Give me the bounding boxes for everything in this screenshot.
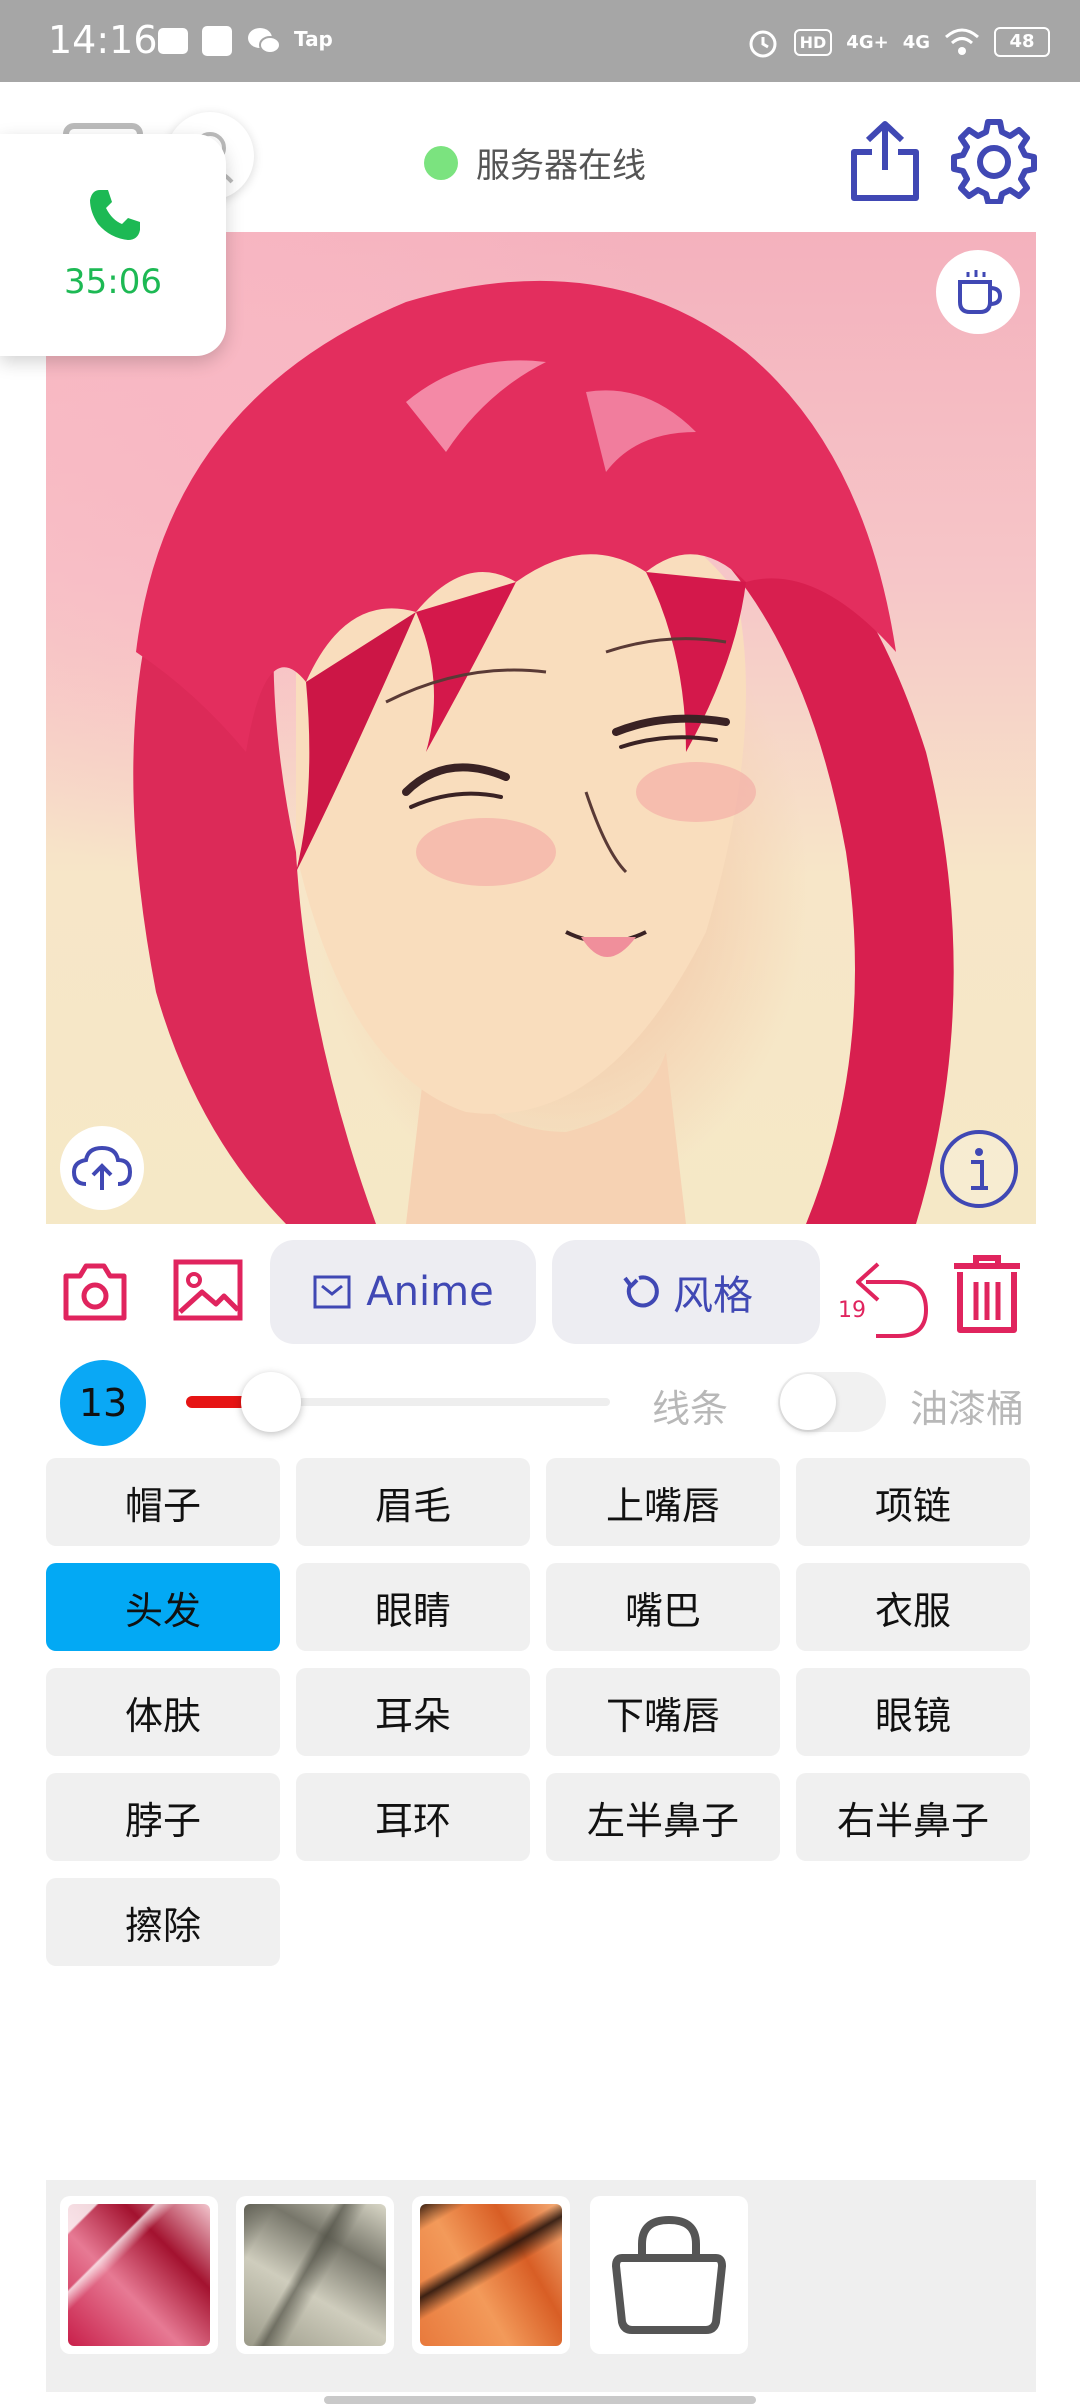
gear-icon[interactable] bbox=[950, 116, 1038, 204]
part-button[interactable]: 帽子 bbox=[46, 1458, 280, 1546]
anime-mode-button[interactable]: Anime bbox=[270, 1240, 536, 1344]
texture-palette bbox=[46, 2180, 1036, 2392]
shopping-bag-icon bbox=[612, 2215, 726, 2334]
lines-label: 线条 bbox=[652, 1387, 729, 1431]
gray-texture bbox=[244, 2204, 386, 2346]
wifi-icon bbox=[945, 28, 979, 55]
part-button[interactable]: 嘴巴 bbox=[546, 1563, 780, 1651]
editor-toolbar: Anime 风格 19 bbox=[0, 1240, 1080, 1344]
phone-icon bbox=[90, 190, 140, 240]
part-button[interactable]: 耳环 bbox=[296, 1773, 530, 1861]
cloud-upload-button[interactable] bbox=[60, 1126, 144, 1210]
wechat-icon bbox=[248, 28, 281, 54]
part-button[interactable]: 擦除 bbox=[46, 1878, 280, 1966]
coffee-button[interactable] bbox=[936, 250, 1020, 334]
online-dot-icon bbox=[424, 145, 458, 180]
camera-icon[interactable] bbox=[62, 1260, 128, 1322]
red-texture bbox=[68, 2204, 210, 2346]
part-button[interactable]: 右半鼻子 bbox=[796, 1773, 1030, 1861]
refresh-icon bbox=[619, 1272, 659, 1312]
coffee-cup-icon bbox=[958, 270, 1003, 314]
news-app-icon bbox=[202, 26, 232, 56]
status-time: 14:16 bbox=[48, 18, 158, 62]
toggle-knob bbox=[780, 1374, 836, 1430]
signal-4g: 4G bbox=[902, 31, 930, 53]
trash-icon[interactable] bbox=[950, 1252, 1024, 1336]
brush-slider-thumb[interactable] bbox=[241, 1372, 301, 1432]
gallery-icon[interactable] bbox=[172, 1258, 244, 1322]
signal-4g-plus: 4G+ bbox=[846, 31, 889, 53]
style-label: 风格 bbox=[673, 1273, 753, 1319]
info-icon[interactable] bbox=[938, 1128, 1020, 1210]
paint-bucket-toggle[interactable] bbox=[778, 1372, 886, 1432]
tap-app-icon: Tap bbox=[294, 27, 333, 51]
texture-swatch-gray[interactable] bbox=[236, 2196, 394, 2354]
paint-bucket-label: 油漆桶 bbox=[910, 1387, 1025, 1431]
anime-girl-illustration bbox=[133, 280, 954, 1224]
server-status-text: 服务器在线 bbox=[476, 146, 646, 186]
battery-indicator: 48 bbox=[994, 27, 1050, 57]
texture-store-button[interactable] bbox=[590, 2196, 748, 2354]
hd-badge: HD bbox=[793, 28, 833, 56]
status-bar: 14:16 Tap HD 4G+ 4G 48 bbox=[0, 0, 1080, 82]
server-status: 服务器在线 bbox=[424, 138, 646, 187]
part-button[interactable]: 耳朵 bbox=[296, 1668, 530, 1756]
cloud-upload-icon bbox=[71, 1145, 133, 1190]
mail-box-icon bbox=[312, 1272, 352, 1312]
part-button[interactable]: 眼镜 bbox=[796, 1668, 1030, 1756]
part-button[interactable]: 左半鼻子 bbox=[546, 1773, 780, 1861]
part-button[interactable]: 眉毛 bbox=[296, 1458, 530, 1546]
part-button[interactable]: 头发 bbox=[46, 1563, 280, 1651]
call-floating-window[interactable]: 35:06 bbox=[0, 134, 226, 356]
anime-portrait-canvas[interactable] bbox=[46, 232, 1036, 1224]
home-indicator[interactable] bbox=[324, 2396, 756, 2404]
part-button[interactable]: 下嘴唇 bbox=[546, 1668, 780, 1756]
style-button[interactable]: 风格 bbox=[552, 1240, 820, 1344]
texture-swatch-orange[interactable] bbox=[412, 2196, 570, 2354]
part-button[interactable]: 眼睛 bbox=[296, 1563, 530, 1651]
part-button[interactable]: 上嘴唇 bbox=[546, 1458, 780, 1546]
part-button[interactable]: 体肤 bbox=[46, 1668, 280, 1756]
undo-count: 19 bbox=[838, 1298, 866, 1323]
mail-icon bbox=[158, 28, 188, 54]
call-panel: 35:06 bbox=[22, 158, 204, 334]
anime-label: Anime bbox=[366, 1269, 494, 1315]
part-button[interactable]: 项链 bbox=[796, 1458, 1030, 1546]
brush-size-badge: 13 bbox=[60, 1360, 146, 1446]
share-icon[interactable] bbox=[846, 118, 924, 206]
alarm-icon bbox=[749, 30, 777, 58]
part-button[interactable]: 衣服 bbox=[796, 1563, 1030, 1651]
orange-texture bbox=[420, 2204, 562, 2346]
texture-swatch-red[interactable] bbox=[60, 2196, 218, 2354]
part-button[interactable]: 脖子 bbox=[46, 1773, 280, 1861]
call-timer: 35:06 bbox=[64, 262, 162, 302]
undo-icon[interactable] bbox=[836, 1252, 932, 1342]
